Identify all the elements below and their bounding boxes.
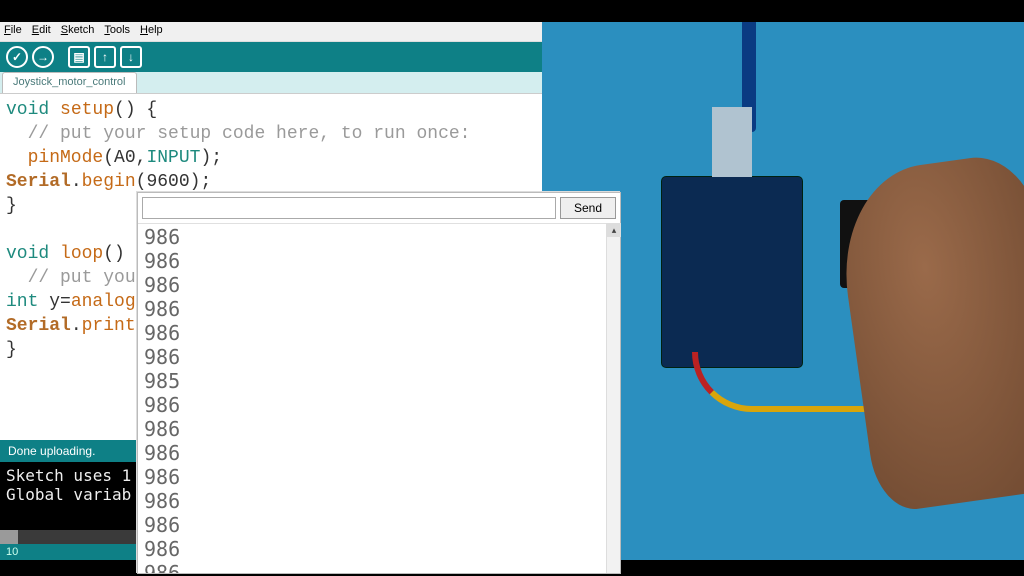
new-sketch-button[interactable]: ▤ <box>68 46 90 68</box>
code-token: (A0, <box>103 148 146 168</box>
scrollbar-thumb[interactable] <box>0 530 18 544</box>
save-sketch-button[interactable]: ↓ <box>120 46 142 68</box>
open-sketch-button[interactable]: ↑ <box>94 46 116 68</box>
tab-bar: Joystick_motor_control <box>0 72 542 94</box>
code-token: y= <box>38 292 70 312</box>
menu-bar: File Edit Sketch Tools Help <box>0 22 542 42</box>
code-token: pinMode <box>6 148 103 168</box>
code-token: analogR <box>71 292 147 312</box>
code-token: (9600); <box>136 172 212 192</box>
code-token: void <box>6 244 49 264</box>
code-token: setup <box>49 100 114 120</box>
code-token: } <box>6 340 17 360</box>
code-token: Serial <box>6 316 71 336</box>
code-token: Serial <box>6 172 71 192</box>
serial-output[interactable]: 986 986 986 986 986 986 985 986 986 986 … <box>138 225 606 573</box>
code-token: INPUT <box>146 148 200 168</box>
code-token: begin <box>82 172 136 192</box>
serial-send-button[interactable]: Send <box>560 197 616 219</box>
code-token: () <box>103 244 135 264</box>
code-token: . <box>71 172 82 192</box>
console-line: Sketch uses 1 <box>6 466 131 485</box>
code-token: int <box>6 292 38 312</box>
video-letterbox-top <box>0 0 1024 22</box>
code-token: loop <box>49 244 103 264</box>
code-token: () { <box>114 100 157 120</box>
scroll-up-icon[interactable]: ▴ <box>607 223 621 237</box>
code-comment: // put your <box>6 268 146 288</box>
menu-sketch[interactable]: Sketch <box>61 24 95 39</box>
menu-edit[interactable]: Edit <box>32 24 51 39</box>
arduino-board <box>662 177 802 367</box>
toolbar: ✓ → ▤ ↑ ↓ <box>0 42 542 72</box>
tab-sketch[interactable]: Joystick_motor_control <box>2 72 137 93</box>
serial-vscrollbar[interactable]: ▴ <box>606 223 620 573</box>
serial-monitor-window: Send 986 986 986 986 986 986 985 986 986… <box>137 192 621 574</box>
code-comment: // put your setup code here, to run once… <box>6 124 470 144</box>
serial-input[interactable] <box>142 197 556 219</box>
code-token: } <box>6 196 17 216</box>
code-token: . <box>71 316 82 336</box>
menu-file[interactable]: File <box>4 24 22 39</box>
console-line: Global variab <box>6 485 131 504</box>
code-token: void <box>6 100 49 120</box>
menu-tools[interactable]: Tools <box>104 24 130 39</box>
menu-help[interactable]: Help <box>140 24 163 39</box>
code-token: ); <box>200 148 222 168</box>
verify-button[interactable]: ✓ <box>6 46 28 68</box>
serial-input-row: Send <box>138 193 620 224</box>
upload-button[interactable]: → <box>32 46 54 68</box>
